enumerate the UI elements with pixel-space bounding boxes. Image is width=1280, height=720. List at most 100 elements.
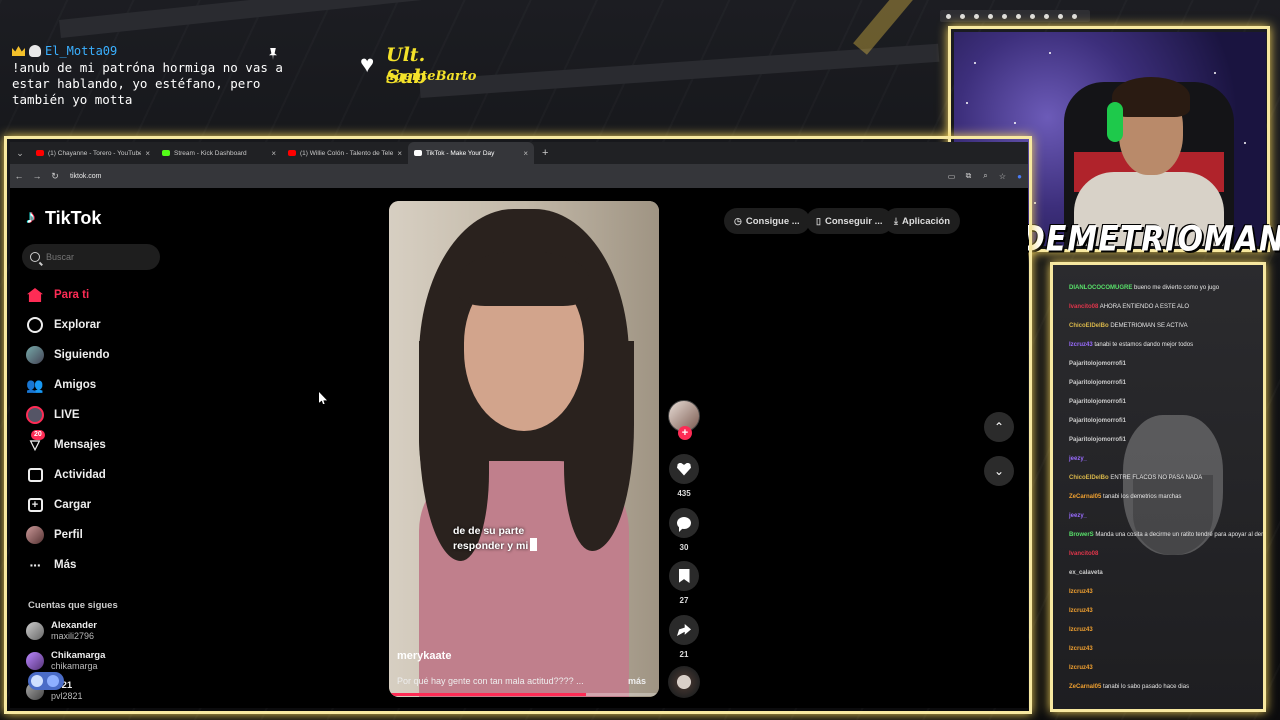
- phone-icon: ▯: [816, 215, 821, 226]
- zoom-icon[interactable]: ⌕: [977, 171, 994, 181]
- chat-user: Ivancito08: [1069, 304, 1099, 310]
- forward-icon[interactable]: →: [28, 171, 46, 181]
- pill-label: Consigue ...: [745, 215, 800, 227]
- close-tab-icon[interactable]: ×: [523, 149, 528, 158]
- chat-line: jeezy_: [1069, 454, 1087, 464]
- chat-text: AHORA ENTIENDO A ESTE ALO: [1099, 304, 1190, 310]
- chat-text: bueno me divierto como yo jugo: [1134, 285, 1220, 291]
- share-button[interactable]: [669, 615, 699, 645]
- install-icon[interactable]: ▭: [943, 172, 960, 181]
- url-field[interactable]: tiktok.com: [70, 173, 943, 180]
- previous-video-button[interactable]: ⌃: [984, 412, 1014, 442]
- chat-user: ChicoElDelBo: [1069, 323, 1109, 329]
- tab-favicon-icon: [36, 150, 44, 156]
- caption-line-1: de de su parte: [453, 525, 525, 537]
- chat-line: DIANLOCOCOMUGRE bueno me divierto como y…: [1069, 283, 1219, 293]
- chat-text: DEMETRIOMAN SE ACTIVA: [1110, 323, 1188, 329]
- chat-line: Pajaritolojomorrofi1: [1069, 397, 1126, 407]
- chat-line: ZeCarnal05 tanabi los demetrios marchas: [1069, 492, 1181, 502]
- following-account[interactable]: Alexander maxili2796: [26, 620, 97, 641]
- save-count: 27: [679, 596, 689, 605]
- chevron-up-icon: ⌃: [993, 420, 1005, 434]
- sidebar-item-mensajes[interactable]: ▽ 20 Mensajes: [26, 430, 196, 460]
- sidebar-item-explorar[interactable]: Explorar: [26, 310, 196, 340]
- chat-user: Izcruz43: [1069, 646, 1093, 652]
- more-button[interactable]: más: [628, 676, 646, 686]
- comment-count: 30: [679, 543, 689, 552]
- sidebar-item-actividad[interactable]: Actividad: [26, 460, 196, 490]
- messages-icon: ▽ 20: [26, 430, 45, 454]
- sidebar-item-mas[interactable]: ··· Más: [26, 550, 196, 580]
- browser-tab[interactable]: (1) Chayanne - Torero - YouTube ×: [30, 142, 156, 164]
- chat-line: Izcruz43: [1069, 606, 1093, 616]
- translate-icon[interactable]: ⧉: [960, 171, 977, 181]
- close-tab-icon[interactable]: ×: [271, 149, 276, 158]
- chat-user: Pajaritolojomorrofi1: [1069, 399, 1127, 405]
- chat-text: tanabi los demetrios marchas: [1103, 494, 1182, 500]
- pill-label: Aplicación: [901, 215, 951, 227]
- chat-text: Manda una cosita a decirme un ratito ten…: [1095, 532, 1266, 538]
- sidebar-item-para-ti[interactable]: Para ti: [26, 280, 196, 310]
- like-button[interactable]: [669, 454, 699, 484]
- browser-tab[interactable]: TikTok - Make Your Day ×: [408, 142, 534, 164]
- comment-button[interactable]: [669, 508, 699, 538]
- sidebar-item-label: Siguiendo: [54, 349, 110, 361]
- floating-toggle[interactable]: [28, 672, 64, 690]
- chat-user: Pajaritolojomorrofi1: [1069, 361, 1127, 367]
- mouse-cursor-icon: [319, 392, 327, 404]
- sidebar-item-amigos[interactable]: 👥 Amigos: [26, 370, 196, 400]
- save-button[interactable]: [669, 561, 699, 591]
- streamer-name: DEMETRIOMAN: [1020, 219, 1280, 260]
- reload-icon[interactable]: ↻: [46, 171, 64, 182]
- browser-tab[interactable]: Stream - Kick Dashboard ×: [156, 142, 282, 164]
- video-username[interactable]: merykaate: [397, 650, 451, 662]
- crown-icon: [12, 46, 25, 56]
- like-count: 435: [677, 489, 691, 498]
- chat-line: Izcruz43: [1069, 587, 1093, 597]
- tiktok-logo[interactable]: TikTok: [26, 207, 101, 229]
- search-input[interactable]: [46, 252, 146, 262]
- back-icon[interactable]: ←: [10, 171, 28, 181]
- sidebar-item-cargar[interactable]: + Cargar: [26, 490, 196, 520]
- chat-user: ZeCarnal05: [1069, 494, 1102, 500]
- close-tab-icon[interactable]: ×: [397, 149, 402, 158]
- bookmark-star-icon[interactable]: ☆: [994, 172, 1011, 181]
- following-heading: Cuentas que sigues: [28, 600, 118, 611]
- video-caption: de de su parte responder y mi: [453, 524, 538, 553]
- chat-line: jeezy_: [1069, 511, 1087, 521]
- video-progress-bar[interactable]: [389, 693, 659, 696]
- avatar: [26, 651, 44, 670]
- upload-icon: +: [26, 496, 44, 514]
- bookmark-icon: [678, 569, 690, 583]
- get-app-pill[interactable]: ▯ Conseguir ...: [806, 208, 893, 234]
- follow-plus-icon[interactable]: +: [678, 426, 692, 440]
- get-coins-pill[interactable]: ◷ Consigue ...: [724, 208, 810, 234]
- chat-user: Izcruz43: [1069, 627, 1093, 633]
- video-player[interactable]: de de su parte responder y mi merykaate …: [389, 201, 659, 697]
- close-tab-icon[interactable]: ×: [145, 149, 150, 158]
- following-account[interactable]: Chikamarga chikamarga: [26, 650, 105, 671]
- new-tab-button[interactable]: +: [542, 147, 548, 159]
- download-app-pill[interactable]: ⤓ Aplicación: [884, 208, 961, 234]
- tab-title: (1) Willie Colón - Talento de Televisión: [300, 149, 394, 157]
- heart-icon: [677, 462, 691, 476]
- chat-line: ChicoElDelBo DEMETRIOMAN SE ACTIVA: [1069, 321, 1188, 331]
- music-disc[interactable]: [668, 666, 700, 698]
- friends-icon: 👥: [26, 376, 44, 393]
- chat-text: ENTRE FLACOS NO PASA NADA: [1110, 475, 1203, 481]
- browser-tab[interactable]: (1) Willie Colón - Talento de Televisión…: [282, 142, 408, 164]
- chat-user: Izcruz43: [1069, 589, 1093, 595]
- sidebar-item-siguiendo[interactable]: Siguiendo: [26, 340, 196, 370]
- sidebar-item-label: Explorar: [54, 319, 101, 331]
- download-icon: ⤓: [894, 215, 898, 226]
- sidebar-item-perfil[interactable]: Perfil: [26, 520, 196, 550]
- account-handle: pvl2821: [51, 691, 83, 701]
- stream-chat-panel: DIANLOCOCOMUGRE bueno me divierto como y…: [1050, 262, 1266, 712]
- sidebar-item-live[interactable]: LIVE: [26, 400, 196, 430]
- search-box[interactable]: [22, 244, 160, 270]
- tab-search-icon[interactable]: ⌄: [10, 142, 30, 164]
- extension-icon[interactable]: ●: [1011, 172, 1028, 181]
- account-name: Alexander: [51, 620, 97, 631]
- next-video-button[interactable]: ⌄: [984, 456, 1014, 486]
- chevron-down-icon: ⌄: [993, 464, 1005, 478]
